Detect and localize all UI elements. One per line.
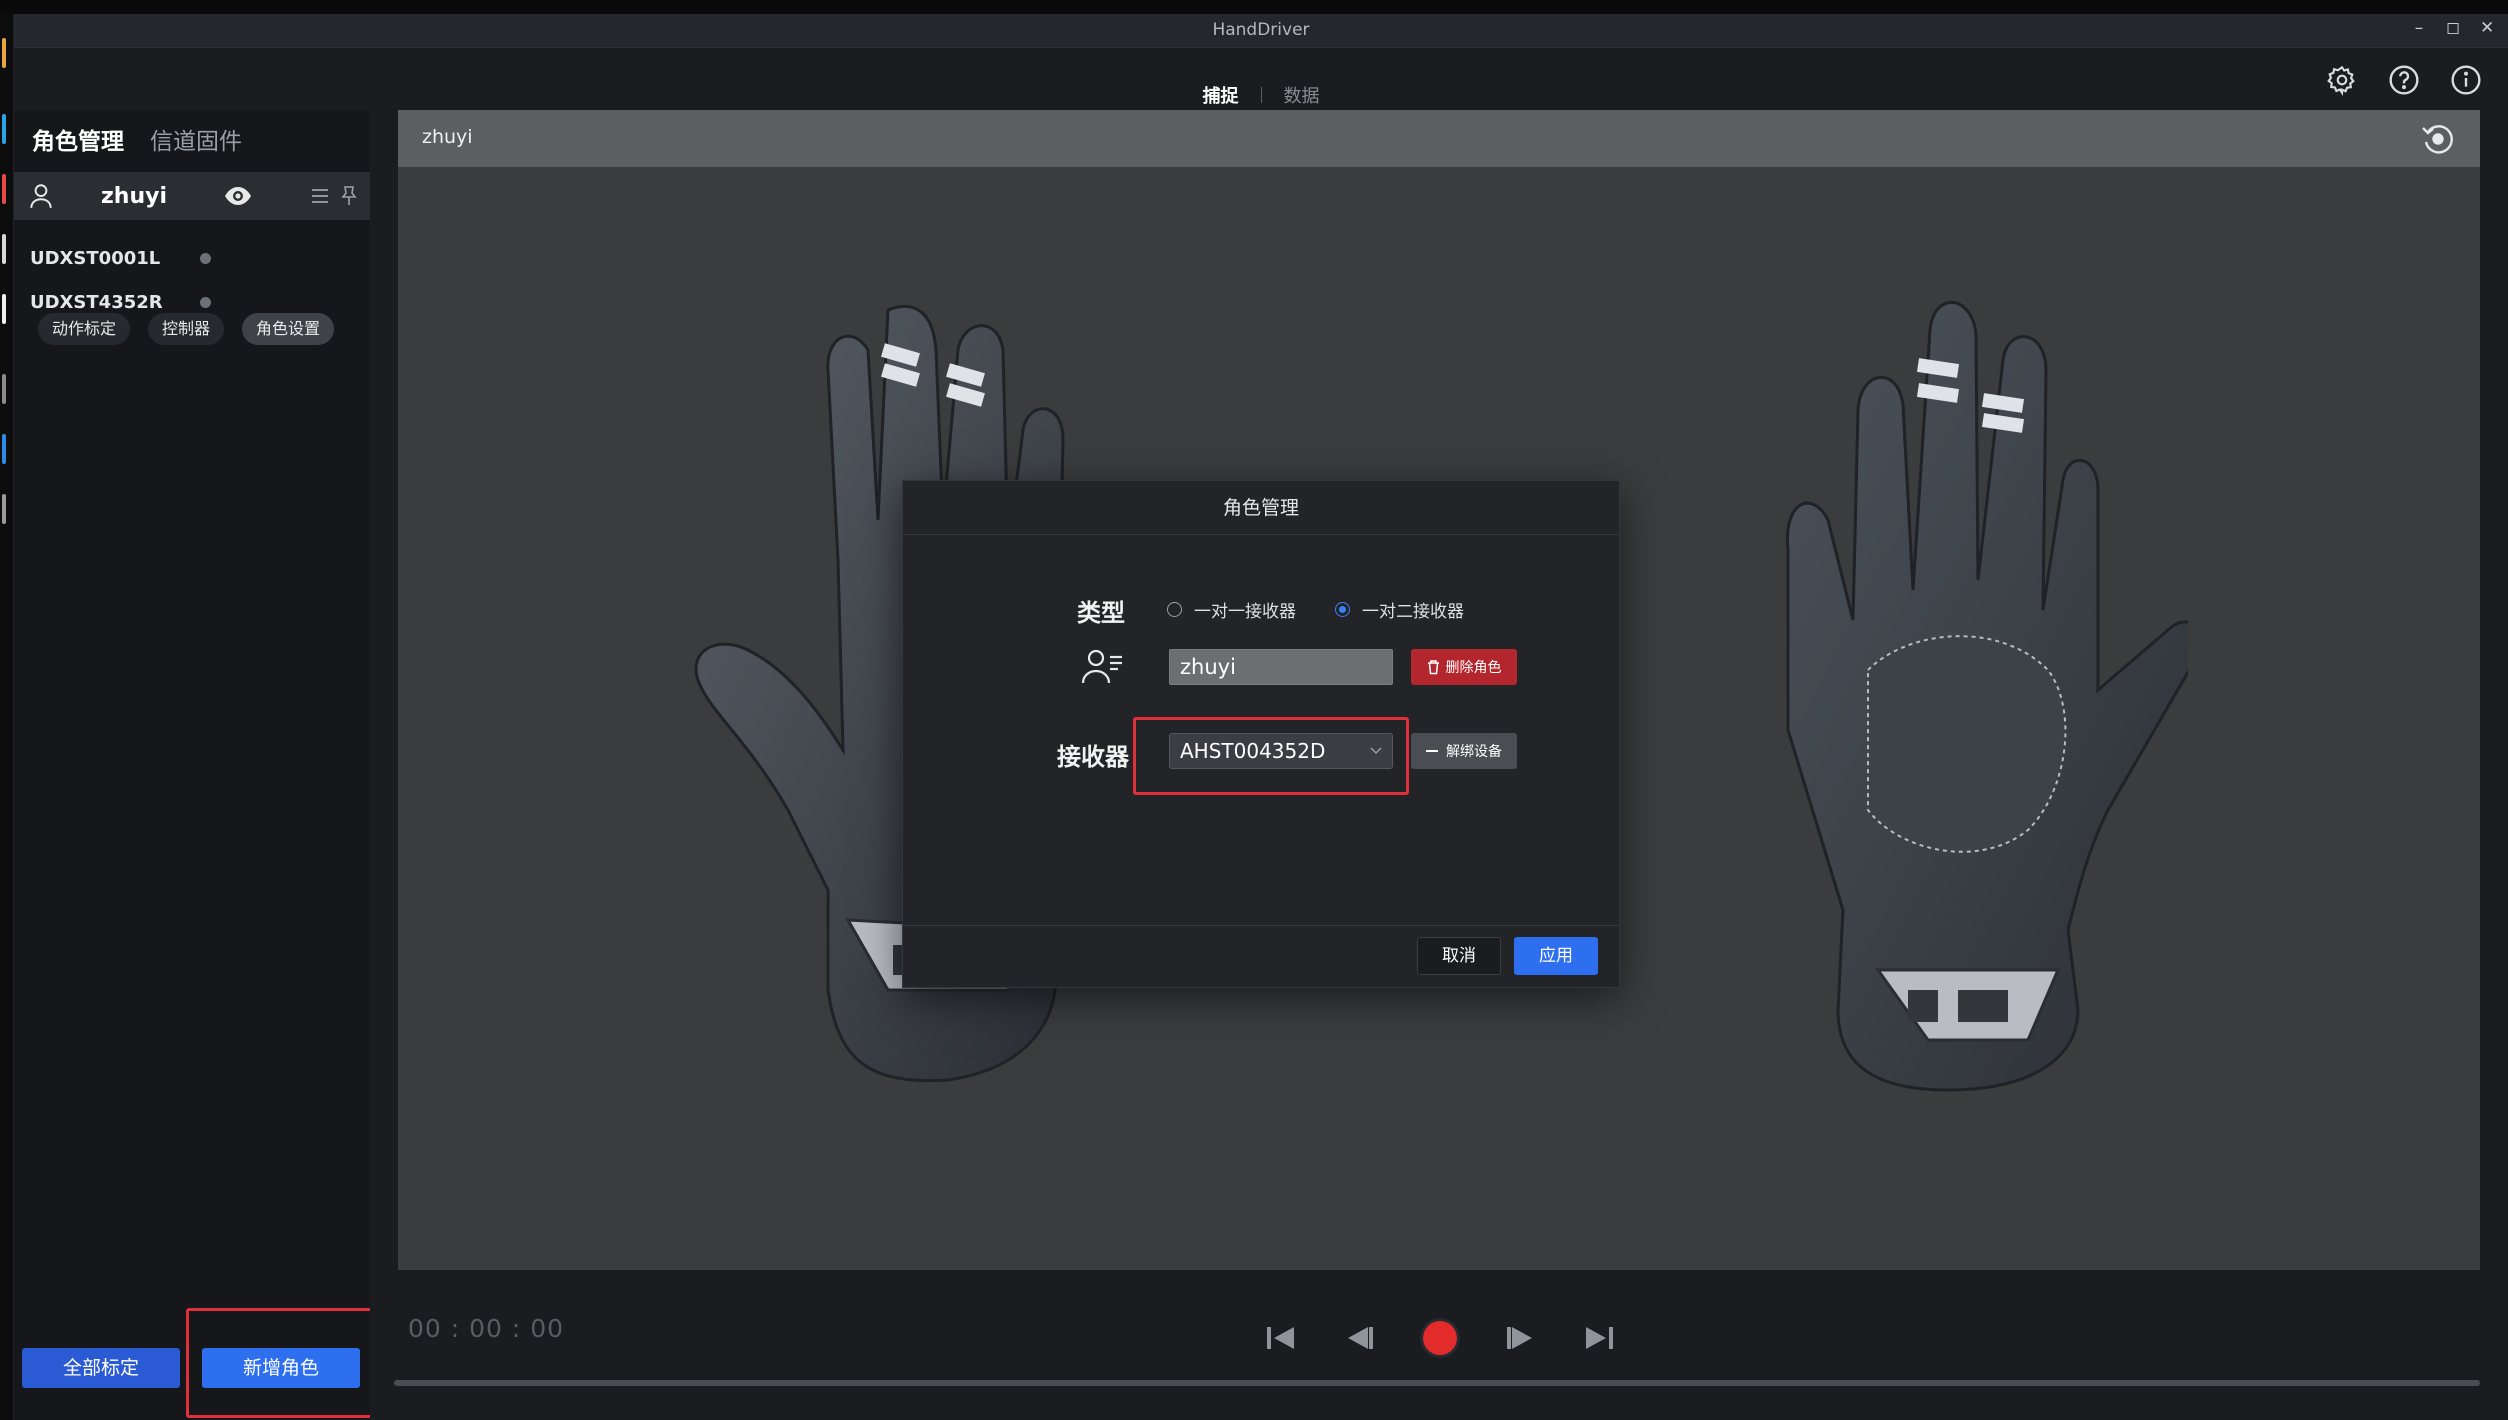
sidebar-tabs: 角色管理 信道固件 [32,122,242,156]
minus-icon [1426,750,1438,752]
role-name: zhuyi [100,183,167,209]
system-dock [0,14,14,1420]
timecode: 00 : 00 : 00 [408,1314,565,1343]
reset-view-icon[interactable] [2420,122,2456,156]
maximize-button[interactable]: ◻ [2446,18,2460,38]
unbind-label: 解绑设备 [1446,744,1502,760]
tab-capture[interactable]: 捕捉 [1181,82,1261,108]
tab-channel-firmware[interactable]: 信道固件 [150,122,242,156]
receiver-label: 接收器 [1057,743,1129,771]
viewport-title: zhuyi [422,126,473,148]
dock-indicator[interactable] [2,434,6,464]
radio-label: 一对二接收器 [1362,602,1464,622]
calibrate-all-button[interactable]: 全部标定 [22,1348,180,1388]
device-id: UDXST4352R [30,291,163,313]
help-icon[interactable] [2388,64,2420,96]
dock-indicator[interactable] [2,374,6,404]
record-button[interactable] [1420,1318,1460,1358]
role-name-input[interactable] [1169,649,1393,685]
delete-role-label: 删除角色 [1445,660,1502,676]
close-button[interactable]: ✕ [2480,18,2494,38]
pin-icon[interactable] [340,185,358,207]
device-status-dot [200,252,211,264]
trash-icon [1427,659,1439,674]
dialog-title: 角色管理 [903,481,1619,535]
sidebar: 角色管理 信道固件 zhuyi UDXST0001L UDXST4352R 动作… [14,110,370,1420]
dialog-divider [903,925,1619,926]
step-back-icon[interactable] [1342,1321,1376,1355]
step-forward-icon[interactable] [1504,1321,1538,1355]
cancel-button[interactable]: 取消 [1417,937,1501,975]
radio-one-to-two[interactable]: 一对二接收器 [1335,597,1464,622]
highlight-box [1133,717,1409,795]
eye-icon[interactable] [224,185,252,207]
right-glove-model [1785,300,2188,1092]
skip-to-start-icon[interactable] [1264,1321,1298,1355]
os-top-strip [0,0,2508,14]
radio-circle[interactable] [1167,602,1182,617]
top-toolbar: 捕捉 数据 [14,48,2508,110]
menu-icon[interactable] [310,187,330,205]
dock-indicator[interactable] [2,294,6,324]
dock-indicator[interactable] [2,114,6,144]
role-settings-button[interactable]: 角色设置 [242,313,335,345]
record-icon [1423,1321,1457,1355]
dock-indicator[interactable] [2,494,6,524]
timeline-scrubber[interactable] [394,1380,2480,1386]
role-management-dialog: 角色管理 类型 一对一接收器 一对二接收器 删除角色 接收器 AHST00435… [902,480,1620,988]
role-row[interactable]: zhuyi [14,172,370,220]
tab-data[interactable]: 数据 [1262,82,1342,108]
viewport-header: zhuyi [398,110,2480,167]
dock-indicator[interactable] [2,174,6,204]
unbind-device-button[interactable]: 解绑设备 [1411,733,1517,769]
dock-indicator[interactable] [2,38,6,68]
top-icons [2326,64,2482,96]
device-row[interactable]: UDXST0001L [30,238,360,278]
device-status-dot [200,296,211,308]
radio-circle-selected[interactable] [1335,602,1350,617]
minimize-button[interactable]: – [2412,18,2426,38]
device-id: UDXST0001L [30,247,161,269]
motion-calibration-button[interactable]: 动作标定 [38,313,131,345]
role-action-pills: 动作标定 控制器 角色设置 [38,313,335,345]
tab-role-management[interactable]: 角色管理 [32,122,124,156]
type-label: 类型 [1077,599,1125,627]
window-title: HandDriver [1212,20,1310,40]
playback-bar: 00 : 00 : 00 [370,1276,2508,1420]
user-list-icon [1081,649,1122,684]
radio-label: 一对一接收器 [1194,602,1296,622]
dock-indicator[interactable] [2,234,6,264]
window-titlebar: HandDriver – ◻ ✕ [14,14,2508,48]
playback-controls [1264,1318,1616,1358]
info-icon[interactable] [2450,64,2482,96]
highlight-box [186,1308,376,1418]
controller-button[interactable]: 控制器 [148,313,225,345]
delete-role-button[interactable]: 删除角色 [1411,649,1517,685]
apply-button[interactable]: 应用 [1514,937,1598,975]
settings-icon[interactable] [2326,64,2358,96]
skip-to-end-icon[interactable] [1582,1321,1616,1355]
mode-tabs: 捕捉 数据 [14,82,2508,108]
radio-one-to-one[interactable]: 一对一接收器 [1167,597,1296,622]
window-controls: – ◻ ✕ [2412,18,2495,38]
